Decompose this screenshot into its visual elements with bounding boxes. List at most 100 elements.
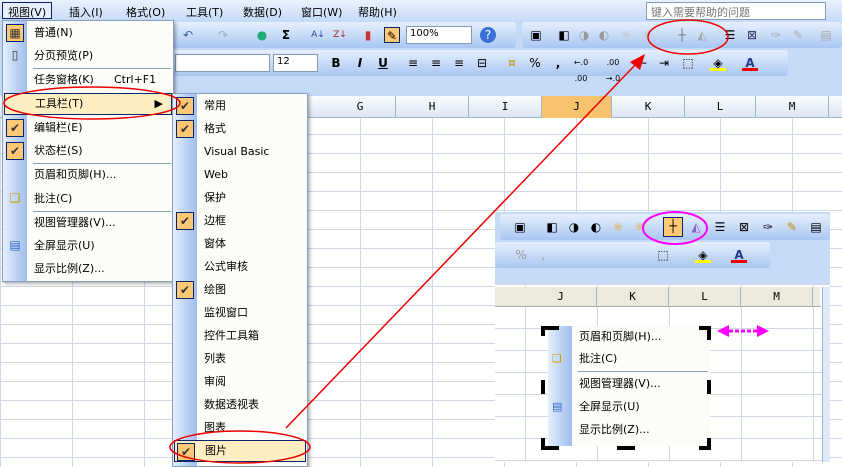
menu-item-header-footer[interactable]: 页眉和页脚(H)... bbox=[4, 164, 172, 186]
decrease-indent-icon[interactable]: ⇤ bbox=[634, 55, 650, 71]
insert-picture-icon[interactable]: ▣ bbox=[528, 27, 544, 43]
submenu-item[interactable]: Visual Basic bbox=[174, 141, 306, 163]
menu-data[interactable]: 数据(D) bbox=[238, 3, 287, 20]
column-header[interactable]: K bbox=[612, 96, 685, 118]
reset-picture-icon[interactable]: ▤ bbox=[818, 27, 834, 43]
check-icon: ✔ bbox=[177, 443, 195, 461]
submenu-item[interactable]: 公式审核 bbox=[174, 256, 306, 278]
submenu-item[interactable]: 审阅 bbox=[174, 371, 306, 393]
menu-item-status-bar[interactable]: ✔ 状态栏(S) bbox=[4, 140, 172, 162]
comma-button[interactable]: , bbox=[550, 55, 566, 71]
submenu-item[interactable]: Web bbox=[174, 164, 306, 186]
help-search-input[interactable]: 键入需要帮助的问题 bbox=[646, 2, 826, 20]
sort-asc-icon[interactable]: A↓ bbox=[310, 27, 326, 43]
zoom-select[interactable]: 100% bbox=[406, 26, 472, 44]
submenu-item[interactable]: 窗体 bbox=[174, 233, 306, 255]
submenu-item[interactable]: 数据透视表 bbox=[174, 394, 306, 416]
toolbars-submenu: ✔ 常用 ✔ 格式 Visual Basic Web 保护 ✔ 边框 窗体 公式审核 ✔ 绘图 监视窗口控… bbox=[172, 93, 308, 467]
bold-button[interactable]: B bbox=[328, 55, 344, 71]
menu-view[interactable]: 视图(V) bbox=[2, 2, 53, 19]
submenu-item[interactable]: 监视窗口 bbox=[174, 302, 306, 324]
column-header[interactable]: M bbox=[756, 96, 829, 118]
less-brightness-icon[interactable]: ☼ bbox=[640, 27, 656, 43]
submenu-item-label: Visual Basic bbox=[204, 145, 270, 158]
check-icon: ✔ bbox=[6, 142, 24, 160]
view-menu: ▦ 普通(N) ▯ 分页预览(P) 任务窗格(K) Ctrl+F1 工具栏(T) ▶ ✔… bbox=[2, 20, 174, 282]
merge-center-icon[interactable]: ⊟ bbox=[474, 55, 490, 71]
menu-format[interactable]: 格式(O) bbox=[121, 3, 170, 20]
column-header[interactable]: H bbox=[396, 96, 469, 118]
increase-decimal-button[interactable]: ←.0 .00 bbox=[568, 55, 594, 83]
sort-desc-icon[interactable]: Z↓ bbox=[332, 27, 348, 43]
column-header[interactable]: I bbox=[469, 96, 542, 118]
submenu-arrow-icon: ▶ bbox=[154, 97, 163, 110]
submenu-item[interactable]: ✔ 边框 bbox=[174, 210, 306, 232]
font-select[interactable] bbox=[175, 54, 270, 72]
submenu-item[interactable]: ✔ 绘图 bbox=[174, 279, 306, 301]
submenu-item[interactable]: 图表 bbox=[174, 417, 306, 439]
help-icon[interactable]: ? bbox=[480, 27, 496, 43]
borders-icon[interactable]: ⬚ bbox=[680, 55, 696, 71]
set-transparent-icon[interactable]: ✎ bbox=[790, 27, 806, 43]
submenu-item[interactable]: 控件工具箱 bbox=[174, 325, 306, 347]
menu-item-custom-views[interactable]: 视图管理器(V)... bbox=[4, 212, 172, 234]
menu-item-formula-bar[interactable]: ✔ 编辑栏(E) bbox=[4, 117, 172, 139]
more-contrast-icon[interactable]: ◑ bbox=[576, 27, 592, 43]
menu-insert[interactable]: 插入(I) bbox=[64, 3, 108, 20]
redo-icon[interactable]: ↷ bbox=[215, 27, 231, 43]
column-header[interactable]: G bbox=[325, 96, 396, 118]
hyperlink-icon[interactable]: ● bbox=[254, 27, 270, 43]
color-icon[interactable]: ◧ bbox=[556, 27, 572, 43]
column-header[interactable]: L bbox=[685, 96, 756, 118]
more-brightness-icon[interactable]: ☼ bbox=[618, 27, 634, 43]
menu-item-full-screen[interactable]: ▤ 全屏显示(U) bbox=[4, 235, 172, 257]
less-contrast-icon[interactable]: ◐ bbox=[596, 27, 612, 43]
submenu-item[interactable]: ✔ 常用 bbox=[174, 95, 306, 117]
menu-item-toolbars[interactable]: 工具栏(T) ▶ bbox=[4, 93, 172, 115]
submenu-item-label: 边框 bbox=[204, 214, 226, 227]
submenu-item[interactable]: 列表 bbox=[174, 348, 306, 370]
align-left-icon[interactable]: ≡ bbox=[405, 55, 421, 71]
normal-view-icon: ▦ bbox=[6, 24, 24, 42]
currency-icon[interactable]: ¤ bbox=[504, 55, 520, 71]
drawing-icon[interactable]: ✎ bbox=[384, 27, 400, 43]
menu-window[interactable]: 窗口(W) bbox=[296, 3, 347, 20]
font-size-select[interactable]: 12 bbox=[273, 54, 318, 72]
submenu-item-label: 保护 bbox=[204, 191, 226, 204]
font-color-button[interactable]: A bbox=[742, 55, 758, 71]
rotate-icon[interactable]: ◭ bbox=[694, 27, 710, 43]
increase-indent-icon[interactable]: ⇥ bbox=[656, 55, 672, 71]
decrease-decimal-button[interactable]: .00 →.0 bbox=[600, 55, 626, 83]
fill-color-icon[interactable]: ◈ bbox=[710, 55, 726, 71]
menu-help[interactable]: 帮助(H) bbox=[353, 3, 402, 20]
align-center-icon[interactable]: ≡ bbox=[428, 55, 444, 71]
menu-item-task-pane[interactable]: 任务窗格(K) Ctrl+F1 bbox=[4, 69, 172, 91]
column-header[interactable]: J bbox=[542, 96, 612, 118]
menu-item-comments[interactable]: ❏ 批注(C) bbox=[4, 188, 172, 210]
italic-button[interactable]: I bbox=[352, 55, 368, 71]
underline-button[interactable]: U bbox=[375, 55, 391, 71]
check-icon: ✔ bbox=[176, 97, 194, 115]
format-picture-icon[interactable]: ✑ bbox=[768, 27, 784, 43]
menu-item-normal[interactable]: ▦ 普通(N) bbox=[4, 22, 172, 44]
submenu-item-label: 窗体 bbox=[204, 237, 226, 250]
crop-icon[interactable]: ┼ bbox=[674, 27, 690, 43]
percent-button[interactable]: % bbox=[527, 55, 543, 71]
autosum-icon[interactable]: Σ bbox=[278, 27, 294, 43]
menu-item-zoom[interactable]: 显示比例(Z)... bbox=[4, 258, 172, 280]
compress-icon[interactable]: ⊠ bbox=[744, 27, 760, 43]
submenu-item[interactable]: ✔ 图片 bbox=[174, 440, 306, 462]
undo-icon[interactable]: ↶ bbox=[180, 27, 196, 43]
check-icon: ✔ bbox=[176, 120, 194, 138]
submenu-item[interactable]: 保护 bbox=[174, 187, 306, 209]
chart-wizard-icon[interactable]: ▮ bbox=[360, 27, 376, 43]
submenu-item[interactable]: ✔ 格式 bbox=[174, 118, 306, 140]
comment-icon: ❏ bbox=[9, 191, 21, 205]
line-style-icon[interactable]: ☰ bbox=[722, 27, 738, 43]
submenu-item-label: 图表 bbox=[204, 421, 226, 434]
menu-tools[interactable]: 工具(T) bbox=[181, 3, 228, 20]
menu-item-page-break[interactable]: ▯ 分页预览(P) bbox=[4, 45, 172, 67]
submenu-item-label: 公式审核 bbox=[204, 260, 248, 273]
align-right-icon[interactable]: ≡ bbox=[451, 55, 467, 71]
page-break-icon: ▯ bbox=[11, 48, 19, 62]
